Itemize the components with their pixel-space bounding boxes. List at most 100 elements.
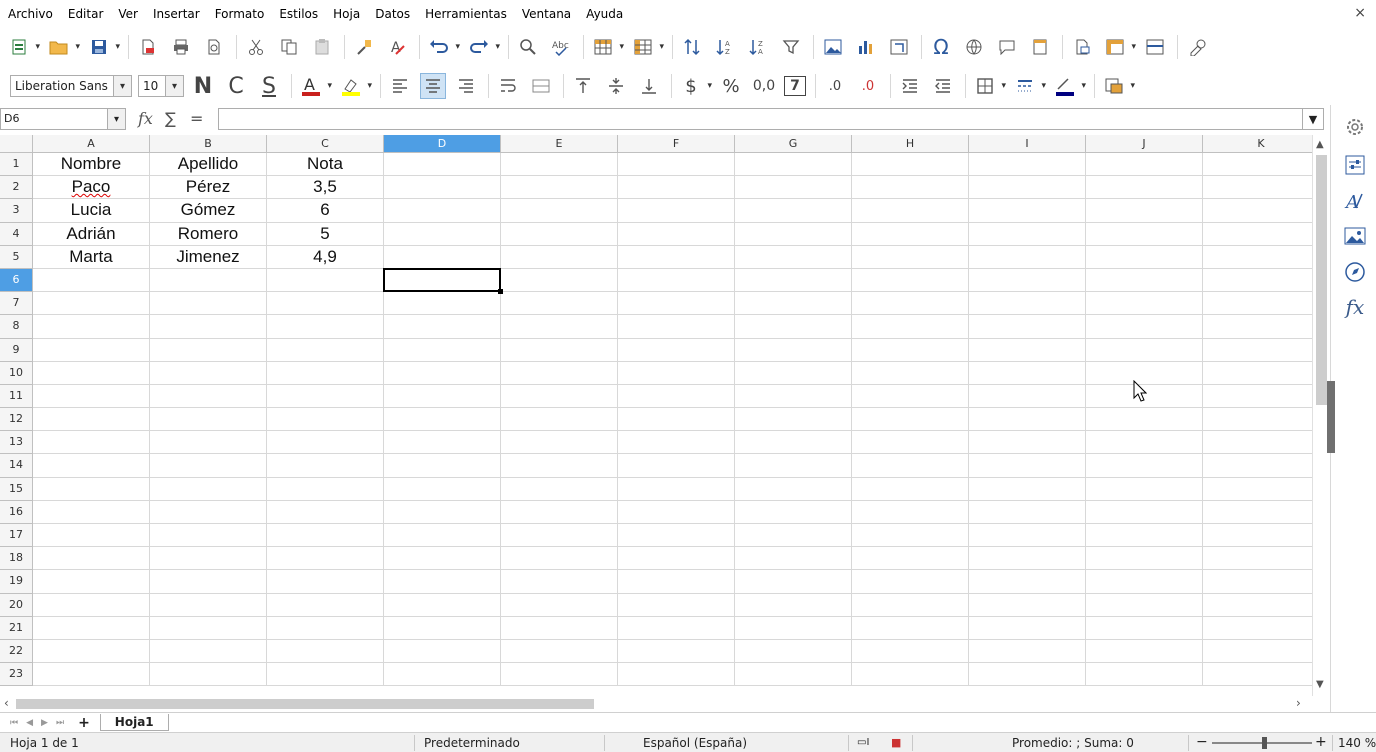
- cell-b19[interactable]: [150, 570, 267, 594]
- cell-k22[interactable]: [1203, 640, 1312, 664]
- row-header-12[interactable]: 12: [0, 408, 33, 432]
- row-header-14[interactable]: 14: [0, 454, 33, 478]
- vertical-scroll-thumb[interactable]: [1316, 155, 1327, 405]
- font-color-icon[interactable]: A: [298, 73, 332, 99]
- cell-i17[interactable]: [969, 524, 1086, 548]
- borders-icon[interactable]: [972, 73, 1006, 99]
- cell-h11[interactable]: [852, 384, 969, 409]
- cell-d2[interactable]: [384, 176, 501, 200]
- cell-b5[interactable]: Jimenez: [150, 245, 267, 269]
- cell-a7[interactable]: [33, 292, 150, 316]
- cell-d6[interactable]: [384, 268, 501, 293]
- cell-h6[interactable]: [852, 268, 969, 293]
- cell-g20[interactable]: [735, 593, 852, 617]
- row-header-7[interactable]: 7: [0, 292, 33, 316]
- next-sheet-icon[interactable]: ▶: [41, 718, 48, 728]
- clone-formatting-icon[interactable]: [351, 34, 377, 60]
- cell-h22[interactable]: [852, 639, 969, 664]
- column-header-d[interactable]: D: [384, 135, 501, 153]
- chevron-down-icon[interactable]: ▾: [107, 109, 125, 129]
- column-header-i[interactable]: I: [969, 135, 1086, 153]
- properties-gear-icon[interactable]: [1343, 115, 1367, 139]
- cell-a1[interactable]: Nombre: [33, 153, 150, 177]
- zoom-in-icon[interactable]: +: [1315, 734, 1327, 750]
- cell-a2[interactable]: Paco: [33, 176, 150, 200]
- column-header-j[interactable]: J: [1086, 135, 1203, 153]
- cell-g15[interactable]: [735, 477, 852, 501]
- add-sheet-icon[interactable]: +: [78, 715, 90, 731]
- menu-herramientas[interactable]: Herramientas: [425, 7, 507, 21]
- cell-a14[interactable]: [33, 454, 150, 478]
- expand-formula-bar-icon[interactable]: ▼: [1302, 108, 1324, 130]
- sidebar-collapse-handle[interactable]: [1327, 381, 1335, 453]
- cell-i7[interactable]: [969, 292, 1086, 316]
- cell-d16[interactable]: [384, 500, 501, 524]
- cell-b7[interactable]: [150, 292, 267, 316]
- cell-f21[interactable]: [618, 616, 735, 640]
- cell-h13[interactable]: [852, 431, 969, 455]
- cell-e2[interactable]: [501, 176, 618, 200]
- cell-f15[interactable]: [618, 477, 735, 501]
- cell-i2[interactable]: [969, 176, 1086, 200]
- cell-b20[interactable]: [150, 593, 267, 617]
- cell-k13[interactable]: [1203, 431, 1312, 455]
- cell-d17[interactable]: [384, 524, 501, 548]
- cell-f17[interactable]: [618, 524, 735, 548]
- cell-k4[interactable]: [1203, 223, 1312, 246]
- cell-j23[interactable]: [1086, 663, 1203, 687]
- cell-a13[interactable]: [33, 431, 150, 455]
- cell-i4[interactable]: [969, 222, 1086, 246]
- menu-insertar[interactable]: Insertar: [153, 7, 200, 21]
- cell-c14[interactable]: [267, 454, 384, 478]
- cell-b14[interactable]: [150, 454, 267, 478]
- cell-e7[interactable]: [501, 292, 618, 316]
- autofill-handle[interactable]: [498, 289, 503, 295]
- cell-k23[interactable]: [1203, 663, 1312, 687]
- cell-h19[interactable]: [852, 570, 969, 594]
- font-size-box[interactable]: 10 ▾: [138, 75, 184, 97]
- center-vertically-icon[interactable]: [603, 73, 629, 99]
- column-header-k[interactable]: K: [1203, 135, 1312, 153]
- sum-icon[interactable]: ∑: [165, 109, 176, 128]
- cell-g3[interactable]: [735, 199, 852, 223]
- cell-b3[interactable]: Gómez: [150, 199, 267, 223]
- cell-k8[interactable]: [1203, 315, 1312, 339]
- formula-icon[interactable]: =: [190, 109, 203, 128]
- horizontal-scroll-thumb[interactable]: [16, 699, 594, 709]
- cell-b12[interactable]: [150, 408, 267, 432]
- cell-h3[interactable]: [852, 199, 969, 223]
- zoom-slider-knob[interactable]: [1262, 737, 1267, 749]
- cell-b23[interactable]: [150, 663, 267, 687]
- chevron-down-icon[interactable]: ▾: [165, 76, 183, 96]
- cell-e5[interactable]: [501, 245, 618, 269]
- split-window-icon[interactable]: [1142, 34, 1168, 60]
- cell-h20[interactable]: [852, 593, 969, 617]
- cell-c12[interactable]: [267, 408, 384, 432]
- cell-area[interactable]: Nombre Apellido Nota Paco Pérez 3,5 Lucia Gómez…: [33, 153, 1312, 687]
- cell-a3[interactable]: Lucia: [33, 199, 150, 223]
- cell-g18[interactable]: [735, 547, 852, 571]
- cell-d12[interactable]: [384, 408, 501, 432]
- cell-g23[interactable]: [735, 663, 852, 687]
- cell-h23[interactable]: [852, 663, 969, 687]
- cell-d21[interactable]: [384, 616, 501, 640]
- cell-k7[interactable]: [1203, 292, 1312, 316]
- cell-c17[interactable]: [267, 524, 384, 548]
- row-header-1[interactable]: 1: [0, 153, 33, 177]
- row-header-4[interactable]: 4: [0, 222, 33, 246]
- cell-d4[interactable]: [384, 222, 501, 246]
- row-header-17[interactable]: 17: [0, 524, 33, 548]
- cell-b17[interactable]: [150, 524, 267, 548]
- delete-decimal-button[interactable]: .0: [855, 73, 881, 99]
- cell-g6[interactable]: [735, 268, 852, 293]
- cell-d3[interactable]: [384, 199, 501, 223]
- cell-g1[interactable]: [735, 153, 852, 177]
- cell-j20[interactable]: [1086, 593, 1203, 617]
- freeze-rows-columns-icon[interactable]: [1102, 34, 1136, 60]
- currency-format-button[interactable]: $: [678, 73, 712, 99]
- cell-k17[interactable]: [1203, 524, 1312, 548]
- cell-e4[interactable]: [501, 222, 618, 246]
- cell-f13[interactable]: [618, 431, 735, 455]
- cell-b10[interactable]: [150, 361, 267, 385]
- insert-chart-icon[interactable]: [853, 34, 879, 60]
